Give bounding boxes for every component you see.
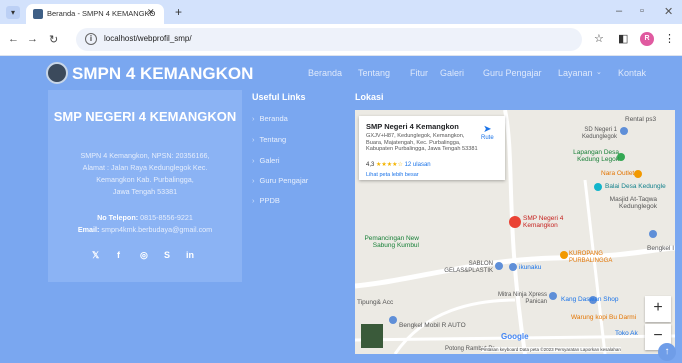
bookmark-star-icon[interactable]: ☆ <box>594 32 604 45</box>
map-attribution[interactable]: Pintasan keyboard Data peta ©2023 Persya… <box>481 347 621 352</box>
school-logo[interactable] <box>46 62 68 84</box>
map-place-card: SMP Negeri 4 Kemangkon GXJV+H87, Kedungl… <box>359 116 505 180</box>
brand-title[interactable]: SMPN 4 KEMANGKON <box>72 64 253 84</box>
footer-link-ppdb[interactable]: PPDB <box>252 196 280 205</box>
new-tab-button[interactable]: + <box>175 5 182 19</box>
nav-layanan[interactable]: Layanan <box>558 68 593 78</box>
phone-number: 0815-8556-9221 <box>140 213 193 222</box>
email-address: smpn4kmk.berbudaya@gmail.com <box>101 225 213 234</box>
site-info-icon[interactable]: i <box>85 33 97 45</box>
url-field[interactable]: i localhost/webprofil_smp/ <box>76 28 582 51</box>
school-address: SMPN 4 Kemangkon, NPSN: 20356166, Alamat … <box>80 151 210 196</box>
school-info-card: SMP NEGERI 4 KEMANGKON SMPN 4 Kemangkon,… <box>48 90 242 282</box>
footer-link-guru-pengajar[interactable]: Guru Pengajar <box>252 176 309 185</box>
google-map[interactable]: SMP Negeri 4 Kemangkon GXJV+H87, Kedungl… <box>355 110 675 354</box>
linkedin-icon[interactable]: in <box>186 250 194 260</box>
browser-menu-icon[interactable]: ⋮ <box>664 32 675 45</box>
profile-avatar[interactable]: R <box>640 32 654 46</box>
tab-search-icon[interactable]: ▾ <box>6 6 20 19</box>
favicon-icon <box>33 9 43 19</box>
nav-tentang[interactable]: Tentang <box>358 68 390 78</box>
nav-guru-pengajar[interactable]: Guru Pengajar <box>483 68 542 78</box>
zoom-in-button[interactable]: + <box>645 296 671 322</box>
nav-beranda[interactable]: Beranda <box>308 68 342 78</box>
close-window-icon[interactable]: ✕ <box>664 5 673 18</box>
back-icon[interactable]: ← <box>8 33 19 45</box>
nav-galeri[interactable]: Galeri <box>440 68 464 78</box>
directions-button[interactable]: ➤ Rute <box>481 124 494 141</box>
skype-icon[interactable]: S <box>164 250 170 260</box>
chevron-down-icon[interactable]: ⌄ <box>596 68 602 76</box>
forward-icon[interactable]: → <box>27 33 38 45</box>
footer-link-tentang[interactable]: Tentang <box>252 135 287 144</box>
directions-icon: ➤ <box>483 124 492 135</box>
twitter-icon[interactable]: 𝕏 <box>92 250 99 261</box>
footer-link-galeri[interactable]: Galeri <box>252 156 280 165</box>
place-rating: 4,3 ★★★★☆ 12 ulasan <box>366 162 431 168</box>
footer-link-beranda[interactable]: Beranda <box>252 114 288 123</box>
sidepanel-icon[interactable]: ◧ <box>618 32 628 45</box>
site-header: SMPN 4 KEMANGKON Beranda Tentang Fitur G… <box>0 56 682 90</box>
facebook-icon[interactable]: f <box>117 250 120 260</box>
address-bar: ← → ↻ i localhost/webprofil_smp/ ☆ ◧ R ⋮ <box>0 24 682 56</box>
useful-links-heading: Useful Links <box>252 92 306 102</box>
location-pin <box>509 216 521 228</box>
satellite-thumbnail <box>361 324 383 348</box>
tab-title: Beranda - SMPN 4 KEMANGKO <box>47 9 156 18</box>
place-address: GXJV+H87, Kedunglegok, Kemangkon, Buara,… <box>366 133 478 152</box>
instagram-icon[interactable]: ◎ <box>140 250 148 261</box>
nav-fitur[interactable]: Fitur <box>410 68 428 78</box>
nav-kontak[interactable]: Kontak <box>618 68 646 78</box>
restore-icon[interactable]: ▫ <box>640 5 644 17</box>
school-name: SMP NEGERI 4 KEMANGKON <box>53 109 237 124</box>
browser-tab-bar: ▾ Beranda - SMPN 4 KEMANGKO ✕ + – ▫ ✕ <box>0 0 682 24</box>
larger-map-link[interactable]: Lihat peta lebih besar <box>366 172 419 178</box>
reload-icon[interactable]: ↻ <box>49 33 58 46</box>
minimize-icon[interactable]: – <box>616 5 622 17</box>
back-to-top-button[interactable]: ↑ <box>658 343 676 361</box>
browser-tab[interactable]: Beranda - SMPN 4 KEMANGKO ✕ <box>26 4 164 24</box>
location-heading: Lokasi <box>355 92 384 102</box>
url-text: localhost/webprofil_smp/ <box>104 34 192 43</box>
google-logo: Google <box>501 332 529 341</box>
contact-info: No Telepon: 0815-8556-9221 Email: smpn4k… <box>77 213 213 234</box>
close-tab-icon[interactable]: ✕ <box>147 7 155 18</box>
place-name: SMP Negeri 4 Kemangkon <box>366 122 459 131</box>
